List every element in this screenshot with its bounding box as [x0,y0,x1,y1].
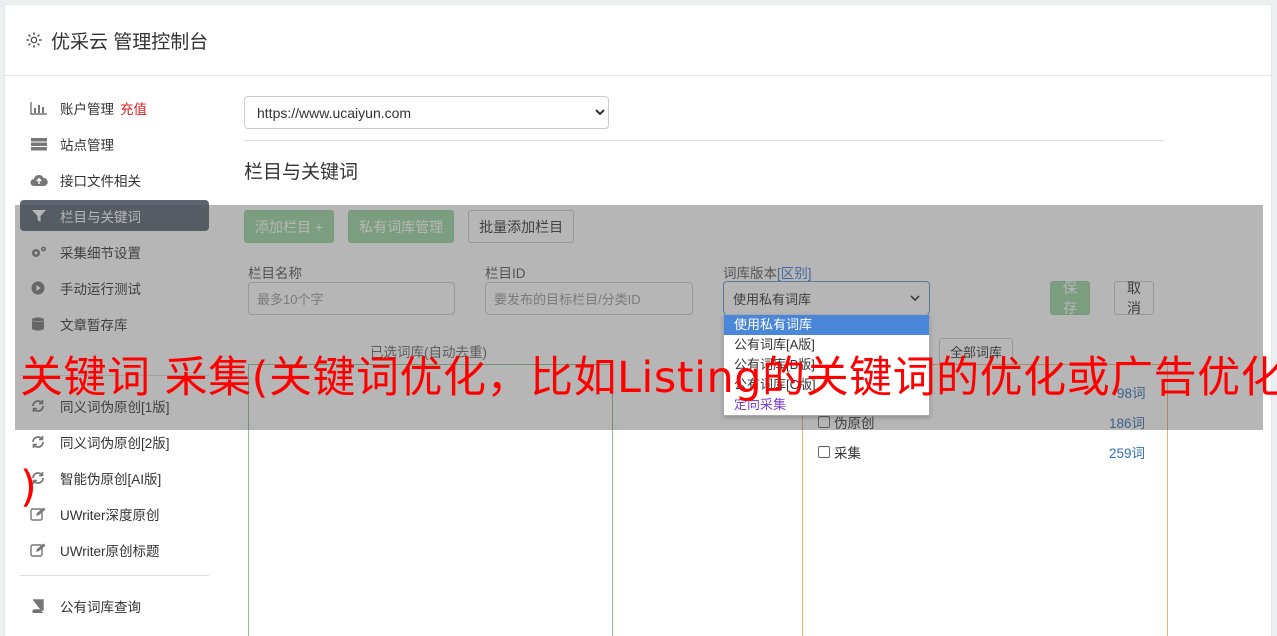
database-icon [32,317,44,330]
sidebar-item-label: 站点管理 [60,137,114,153]
edit-icon [30,543,46,557]
sidebar-item-public-lib[interactable]: 公有词库查询 [20,590,209,621]
book-icon [32,598,44,613]
caption-text: 关键词 采集(关键词优化，比如Listing的关键词的优化或广告优化 [20,353,1277,403]
cancel-button[interactable]: 取消 [1114,280,1154,316]
chevron-down-icon [910,295,920,302]
main-content: https://www.ucaiyun.com 栏目与关键词 添加栏目 + 私有… [244,96,1168,636]
col-name-input[interactable]: 最多10个字 [248,282,455,315]
cogs-icon [32,246,46,257]
sidebar-item-label: UWriter原创标题 [60,543,160,559]
refresh-icon [32,435,44,448]
sidebar-item-synonym-v2[interactable]: 同义词伪原创[2版] [20,426,209,457]
sidebar-item-label: 接口文件相关 [60,173,141,189]
save-button[interactable]: 保存 [1050,280,1090,316]
header: 优采云 管理控制台 [5,5,1271,76]
sidebar-item-ai-rewrite[interactable]: 智能伪原创[AI版] [20,462,209,493]
filter-icon [32,209,46,222]
sidebar-item-interface[interactable]: 接口文件相关 [20,164,209,195]
sidebar-item-account[interactable]: 账户管理 充值 [20,92,209,123]
sidebar-item-label: 栏目与关键词 [60,209,141,225]
checkbox[interactable] [818,446,830,458]
sidebar-item-label: 公有词库查询 [60,599,141,615]
server-icon [31,137,47,150]
toolbar: 添加栏目 + 私有词库管理 批量添加栏目 [244,210,575,243]
recharge-link[interactable]: 充值 [120,98,147,118]
private-lib-button[interactable]: 私有词库管理 [348,210,455,243]
dropdown-option[interactable]: 使用私有词库 [724,315,929,335]
sidebar-item-columns-keywords[interactable]: 栏目与关键词 [20,200,209,231]
site-select[interactable]: https://www.ucaiyun.com [244,96,609,129]
sidebar-item-collect-settings[interactable]: 采集细节设置 [20,236,209,267]
batch-add-button[interactable]: 批量添加栏目 [468,210,575,243]
checkbox[interactable] [818,416,830,428]
divider [244,140,1164,141]
sidebar-item-uwriter-deep[interactable]: UWriter深度原创 [20,498,209,529]
bar-chart-icon [30,101,47,115]
col-name-label: 栏目名称 [248,266,302,281]
word-lib-item[interactable]: 采集 [818,442,861,462]
sidebar-item-label: 同义词伪原创[2版] [60,435,170,451]
sidebar-item-label: 智能伪原创[AI版] [60,471,162,487]
sidebar-divider [20,575,209,576]
col-id-input[interactable]: 要发布的目标栏目/分类ID [485,282,693,315]
sidebar-item-label: 账户管理 [60,101,114,117]
sidebar-item-label: UWriter深度原创 [60,507,160,523]
caption-text-continued: ) [20,462,37,512]
sidebar-item-article-store[interactable]: 文章暂存库 [20,308,209,339]
sidebar-item-manual-run[interactable]: 手动运行测试 [20,272,209,303]
diff-link[interactable]: [区别] [777,266,812,281]
gear-icon [26,32,42,48]
sidebar-item-uwriter-title[interactable]: UWriter原创标题 [20,534,209,565]
sidebar-item-label: 文章暂存库 [60,317,128,333]
lib-version-select[interactable]: 使用私有词库 [723,281,930,315]
lib-version-label: 词库版本[区别] [723,266,812,281]
add-column-button[interactable]: 添加栏目 + [244,210,335,243]
section-title: 栏目与关键词 [244,162,359,183]
sidebar-item-label: 采集细节设置 [60,245,141,261]
col-id-label: 栏目ID [485,266,526,281]
sidebar-item-sites[interactable]: 站点管理 [20,128,209,159]
sidebar-item-label: 手动运行测试 [60,281,141,297]
word-count: 186词 [1109,416,1146,431]
play-icon [31,281,45,294]
page-title: 优采云 管理控制台 [51,31,209,53]
word-count: 259词 [1109,446,1146,461]
cloud-upload-icon [30,174,48,186]
